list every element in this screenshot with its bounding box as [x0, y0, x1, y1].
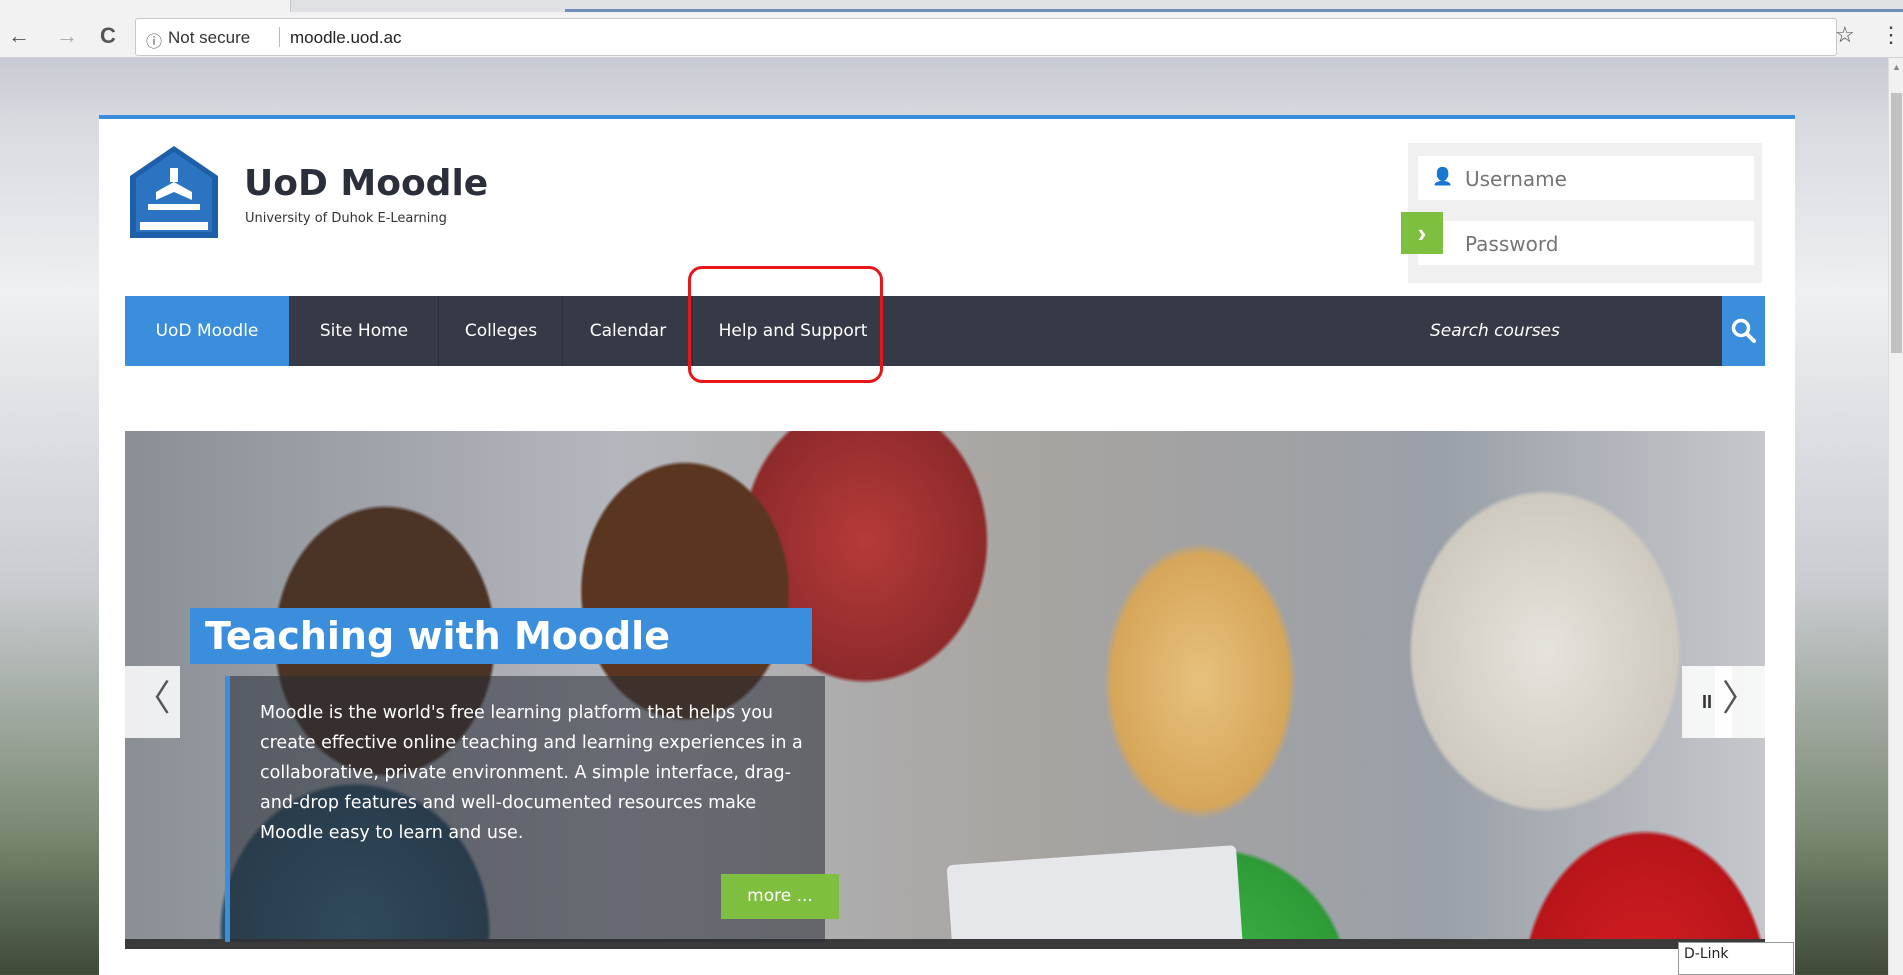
tab-strip	[0, 0, 1903, 12]
tab-accent-bar	[565, 9, 1903, 12]
security-label[interactable]: Not secure	[168, 28, 250, 48]
help-support-highlight	[688, 266, 883, 383]
username-input[interactable]	[1463, 164, 1697, 194]
slide-caption-title: Teaching with Moodle	[190, 608, 812, 664]
nav-item-label: UoD Moodle	[155, 321, 259, 341]
search-courses-input[interactable]: Search courses	[1430, 296, 1720, 366]
password-field[interactable]: ⚷	[1418, 221, 1754, 265]
slide-tablet-shape	[946, 845, 1244, 949]
scroll-up-icon[interactable]: ▲	[1892, 62, 1901, 72]
search-button[interactable]	[1722, 296, 1765, 366]
login-submit-button[interactable]: ›	[1401, 212, 1443, 254]
search-icon	[1731, 318, 1756, 343]
address-bar[interactable]: ⓘ Not secure moodle.uod.ac	[135, 18, 1837, 56]
bookmark-star-icon[interactable]: ☆	[1835, 22, 1855, 48]
university-logo-icon	[130, 146, 218, 238]
dlink-tooltip: D-Link	[1678, 942, 1794, 975]
password-input[interactable]	[1463, 229, 1697, 259]
image-slider: Teaching with Moodle Moodle is the world…	[125, 431, 1765, 949]
slider-next-icon[interactable]: 〉	[1715, 666, 1765, 738]
nav-item-label: Site Home	[319, 321, 409, 341]
nav-item-uod-moodle[interactable]: UoD Moodle	[125, 296, 289, 366]
browser-chrome: ← → C ⓘ Not secure moodle.uod.ac ☆ ⋮	[0, 0, 1903, 58]
page-container: UoD Moodle University of Duhok E-Learnin…	[99, 115, 1795, 975]
scrollbar-thumb[interactable]	[1891, 93, 1902, 353]
nav-item-site-home[interactable]: Site Home	[289, 296, 439, 366]
reload-icon[interactable]: C	[100, 24, 116, 48]
address-divider	[279, 27, 280, 47]
slide-caption-text: Moodle is the world's free learning plat…	[260, 703, 803, 843]
site-subtitle: University of Duhok E-Learning	[245, 211, 447, 226]
more-button[interactable]: more ...	[721, 874, 839, 919]
browser-tab[interactable]	[0, 0, 291, 12]
nav-item-label: Calendar	[589, 321, 667, 341]
user-icon: 👤	[1432, 167, 1454, 186]
login-form: 👤 ⚷	[1408, 143, 1762, 283]
nav-item-label: Colleges	[464, 321, 538, 341]
site-title[interactable]: UoD Moodle	[244, 163, 488, 204]
info-icon[interactable]: ⓘ	[146, 28, 162, 52]
forward-icon[interactable]: →	[56, 24, 78, 48]
browser-menu-icon[interactable]: ⋮	[1880, 22, 1902, 48]
main-navbar: UoD Moodle Site Home Colleges Calendar H…	[125, 296, 1765, 366]
slider-prev-icon[interactable]: 〈	[125, 666, 180, 738]
back-icon[interactable]: ←	[8, 24, 30, 48]
nav-item-colleges[interactable]: Colleges	[439, 296, 563, 366]
nav-item-calendar[interactable]: Calendar	[563, 296, 693, 366]
page-scrollbar[interactable]: ▲	[1888, 58, 1903, 975]
url-text[interactable]: moodle.uod.ac	[290, 28, 402, 48]
username-field[interactable]: 👤	[1418, 156, 1754, 200]
